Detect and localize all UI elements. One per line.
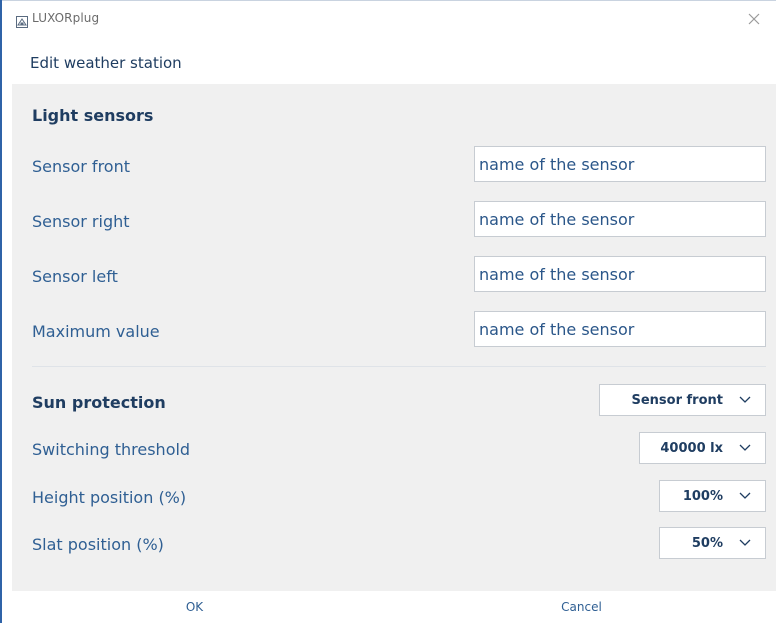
app-title: LUXORplug bbox=[32, 11, 100, 25]
dialog-window: LUXORplug Edit weather station Light sen… bbox=[0, 0, 776, 623]
sensor-left-label: Sensor left bbox=[32, 267, 118, 286]
maximum-value-input[interactable]: name of the sensor bbox=[474, 311, 766, 347]
chevron-down-icon bbox=[739, 489, 751, 504]
height-position-label: Height position (%) bbox=[32, 488, 187, 507]
height-position-select[interactable]: 100% bbox=[659, 480, 766, 512]
sensor-right-input[interactable]: name of the sensor bbox=[474, 201, 766, 237]
maximum-value-label: Maximum value bbox=[32, 322, 160, 341]
close-button[interactable] bbox=[740, 5, 768, 33]
slat-position-select[interactable]: 50% bbox=[659, 527, 766, 559]
close-icon bbox=[748, 10, 760, 29]
chevron-down-icon bbox=[739, 393, 751, 408]
settings-panel: Light sensors Sensor front name of the s… bbox=[12, 84, 776, 591]
chevron-down-icon bbox=[739, 441, 751, 456]
section-divider bbox=[32, 366, 766, 367]
light-sensors-header: Light sensors bbox=[32, 106, 154, 125]
sun-protection-sensor-select[interactable]: Sensor front bbox=[599, 384, 766, 416]
height-position-value: 100% bbox=[682, 488, 723, 504]
luxorplug-icon bbox=[16, 13, 28, 28]
sun-protection-header: Sun protection bbox=[32, 393, 166, 412]
slat-position-label: Slat position (%) bbox=[32, 535, 164, 554]
sensor-right-label: Sensor right bbox=[32, 212, 130, 231]
sensor-front-input[interactable]: name of the sensor bbox=[474, 146, 766, 182]
slat-position-value: 50% bbox=[691, 535, 723, 551]
sensor-left-input[interactable]: name of the sensor bbox=[474, 256, 766, 292]
switching-threshold-select[interactable]: 40000 lx bbox=[639, 432, 766, 464]
title-bar[interactable]: LUXORplug bbox=[2, 1, 776, 37]
switching-threshold-value: 40000 lx bbox=[660, 440, 723, 456]
sun-protection-sensor-value: Sensor front bbox=[631, 392, 723, 408]
ok-button[interactable]: OK bbox=[2, 591, 387, 623]
dialog-title: Edit weather station bbox=[30, 54, 182, 72]
sensor-front-label: Sensor front bbox=[32, 157, 130, 176]
cancel-button[interactable]: Cancel bbox=[387, 591, 776, 623]
dialog-footer: OK Cancel bbox=[2, 591, 776, 623]
chevron-down-icon bbox=[739, 536, 751, 551]
switching-threshold-label: Switching threshold bbox=[32, 440, 191, 459]
